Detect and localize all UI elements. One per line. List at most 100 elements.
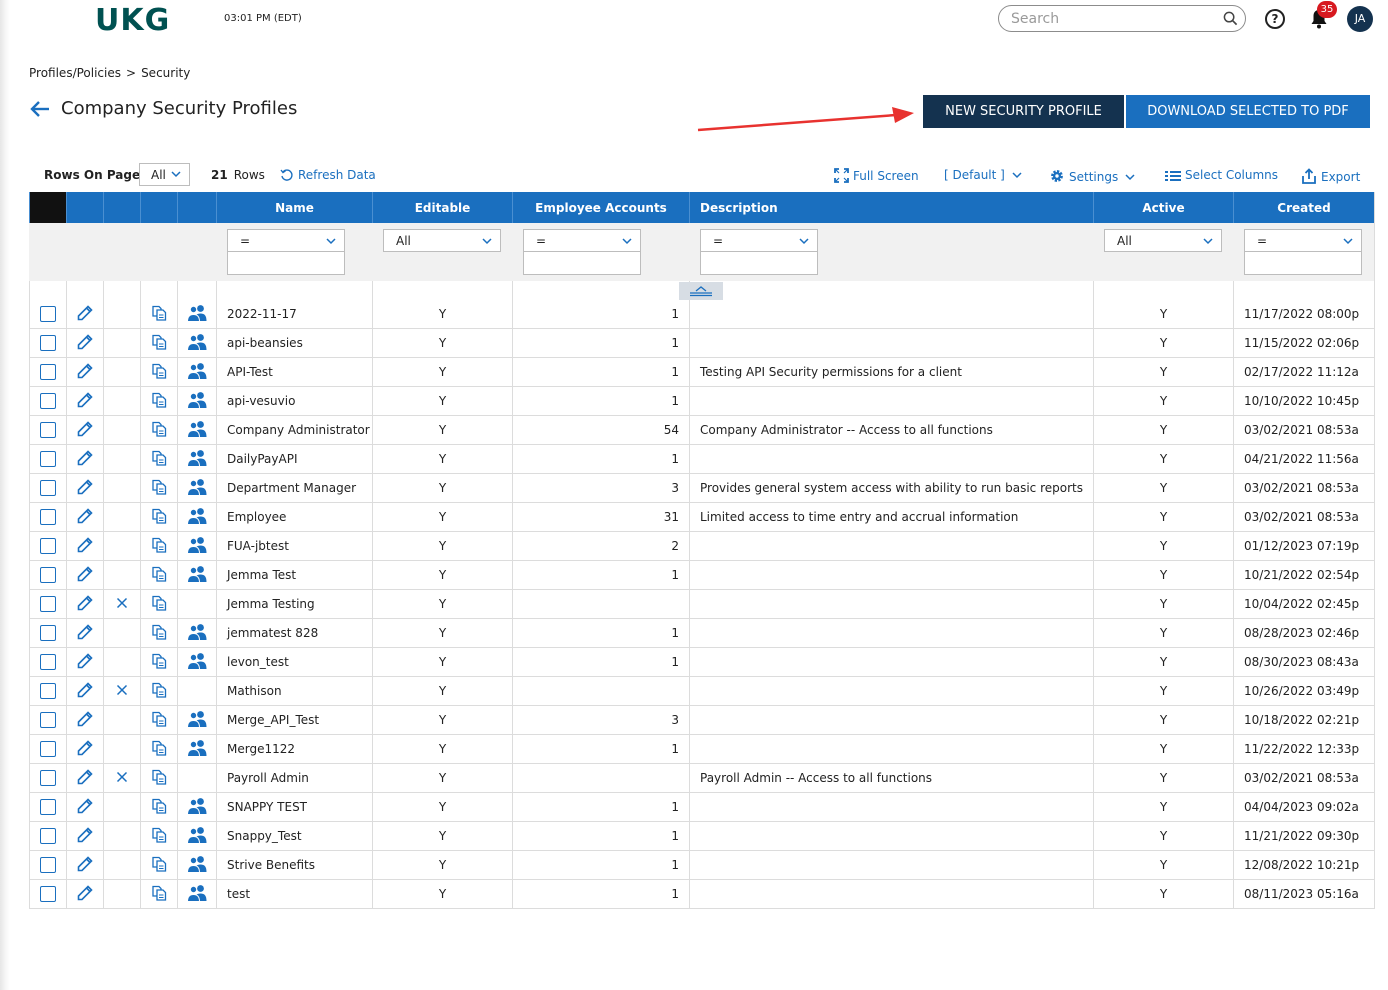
- users-icon[interactable]: [186, 565, 208, 583]
- view-selector[interactable]: [ Default ]: [944, 168, 1026, 182]
- row-checkbox[interactable]: [40, 451, 56, 467]
- table-row[interactable]: levon_test Y 1 Y 08/30/2023 08:43a: [29, 647, 1375, 677]
- table-row[interactable]: FUA-jbtest Y 2 Y 01/12/2023 07:19p: [29, 531, 1375, 561]
- help-icon[interactable]: ?: [1265, 9, 1285, 29]
- edit-pencil-icon[interactable]: [77, 391, 93, 408]
- copy-icon[interactable]: [151, 421, 167, 437]
- copy-icon[interactable]: [151, 740, 167, 756]
- accounts-operator-select[interactable]: =: [523, 229, 641, 252]
- edit-pencil-icon[interactable]: [77, 768, 93, 785]
- full-screen-link[interactable]: Full Screen: [834, 168, 919, 183]
- ukg-logo[interactable]: UKG: [95, 3, 170, 38]
- copy-icon[interactable]: [151, 305, 167, 321]
- copy-icon[interactable]: [151, 508, 167, 524]
- table-row[interactable]: Snappy_Test Y 1 Y 11/21/2022 09:30p: [29, 821, 1375, 851]
- row-checkbox[interactable]: [40, 306, 56, 322]
- copy-icon[interactable]: [151, 856, 167, 872]
- edit-pencil-icon[interactable]: [77, 797, 93, 814]
- users-icon[interactable]: [186, 826, 208, 844]
- column-header-editable[interactable]: Editable: [372, 192, 513, 223]
- column-header-employee-accounts[interactable]: Employee Accounts: [512, 192, 690, 223]
- table-row[interactable]: 2022-11-17 Y 1 Y 11/17/2022 08:00p: [29, 300, 1375, 329]
- row-checkbox[interactable]: [40, 886, 56, 902]
- settings-menu[interactable]: Settings: [1049, 168, 1139, 184]
- select-columns-link[interactable]: Select Columns: [1165, 168, 1278, 182]
- delete-x-icon[interactable]: [116, 597, 128, 609]
- rows-on-page-select[interactable]: All: [139, 163, 190, 186]
- copy-icon[interactable]: [151, 595, 167, 611]
- table-row[interactable]: SNAPPY TEST Y 1 Y 04/04/2023 09:02a: [29, 792, 1375, 822]
- users-icon[interactable]: [186, 710, 208, 728]
- users-icon[interactable]: [186, 478, 208, 496]
- row-checkbox[interactable]: [40, 712, 56, 728]
- edit-pencil-icon[interactable]: [77, 710, 93, 727]
- column-header-description[interactable]: Description: [689, 192, 1094, 223]
- download-selected-pdf-button[interactable]: DOWNLOAD SELECTED TO PDF: [1126, 95, 1370, 128]
- row-checkbox[interactable]: [40, 480, 56, 496]
- table-row[interactable]: Payroll Admin Y Payroll Admin -- Access to…: [29, 763, 1375, 793]
- row-checkbox[interactable]: [40, 770, 56, 786]
- edit-pencil-icon[interactable]: [77, 507, 93, 524]
- edit-pencil-icon[interactable]: [77, 681, 93, 698]
- name-filter-input[interactable]: [227, 252, 345, 275]
- users-icon[interactable]: [186, 362, 208, 380]
- table-row[interactable]: Jemma Test Y 1 Y 10/21/2022 02:54p: [29, 560, 1375, 590]
- row-checkbox[interactable]: [40, 567, 56, 583]
- editable-filter-select[interactable]: All: [383, 229, 501, 252]
- global-search[interactable]: [998, 5, 1246, 32]
- copy-icon[interactable]: [151, 827, 167, 843]
- copy-icon[interactable]: [151, 450, 167, 466]
- table-row[interactable]: API-Test Y 1 Testing API Security permissio…: [29, 357, 1375, 387]
- copy-icon[interactable]: [151, 653, 167, 669]
- row-checkbox[interactable]: [40, 538, 56, 554]
- breadcrumb-parent[interactable]: Profiles/Policies: [29, 66, 121, 80]
- delete-x-icon[interactable]: [116, 771, 128, 783]
- new-security-profile-button[interactable]: NEW SECURITY PROFILE: [923, 95, 1124, 128]
- copy-icon[interactable]: [151, 624, 167, 640]
- edit-pencil-icon[interactable]: [77, 594, 93, 611]
- copy-icon[interactable]: [151, 537, 167, 553]
- export-link[interactable]: Export: [1301, 168, 1360, 184]
- active-filter-select[interactable]: All: [1104, 229, 1222, 252]
- row-checkbox[interactable]: [40, 799, 56, 815]
- copy-icon[interactable]: [151, 479, 167, 495]
- edit-pencil-icon[interactable]: [77, 565, 93, 582]
- edit-pencil-icon[interactable]: [77, 623, 93, 640]
- users-icon[interactable]: [186, 449, 208, 467]
- edit-pencil-icon[interactable]: [77, 536, 93, 553]
- users-icon[interactable]: [186, 855, 208, 873]
- table-row[interactable]: Mathison Y Y 10/26/2022 03:49p: [29, 676, 1375, 706]
- row-checkbox[interactable]: [40, 828, 56, 844]
- users-icon[interactable]: [186, 420, 208, 438]
- edit-pencil-icon[interactable]: [77, 652, 93, 669]
- edit-pencil-icon[interactable]: [77, 449, 93, 466]
- table-row[interactable]: test Y 1 Y 08/11/2023 05:16a: [29, 879, 1375, 909]
- edit-pencil-icon[interactable]: [77, 826, 93, 843]
- edit-pencil-icon[interactable]: [77, 884, 93, 901]
- user-avatar[interactable]: JA: [1347, 6, 1373, 32]
- copy-icon[interactable]: [151, 334, 167, 350]
- edit-pencil-icon[interactable]: [77, 855, 93, 872]
- accounts-filter-input[interactable]: [523, 252, 641, 275]
- row-checkbox[interactable]: [40, 393, 56, 409]
- row-checkbox[interactable]: [40, 741, 56, 757]
- edit-pencil-icon[interactable]: [77, 739, 93, 756]
- copy-icon[interactable]: [151, 566, 167, 582]
- copy-icon[interactable]: [151, 769, 167, 785]
- users-icon[interactable]: [186, 884, 208, 902]
- edit-pencil-icon[interactable]: [77, 304, 93, 321]
- name-operator-select[interactable]: =: [227, 229, 345, 252]
- users-icon[interactable]: [186, 391, 208, 409]
- users-icon[interactable]: [186, 652, 208, 670]
- copy-icon[interactable]: [151, 711, 167, 727]
- copy-icon[interactable]: [151, 885, 167, 901]
- users-icon[interactable]: [186, 333, 208, 351]
- edit-pencil-icon[interactable]: [77, 362, 93, 379]
- users-icon[interactable]: [186, 536, 208, 554]
- column-header-name[interactable]: Name: [216, 192, 373, 223]
- created-filter-input[interactable]: [1244, 252, 1362, 275]
- row-checkbox[interactable]: [40, 509, 56, 525]
- row-checkbox[interactable]: [40, 625, 56, 641]
- users-icon[interactable]: [186, 304, 208, 322]
- column-header-created[interactable]: Created: [1233, 192, 1375, 223]
